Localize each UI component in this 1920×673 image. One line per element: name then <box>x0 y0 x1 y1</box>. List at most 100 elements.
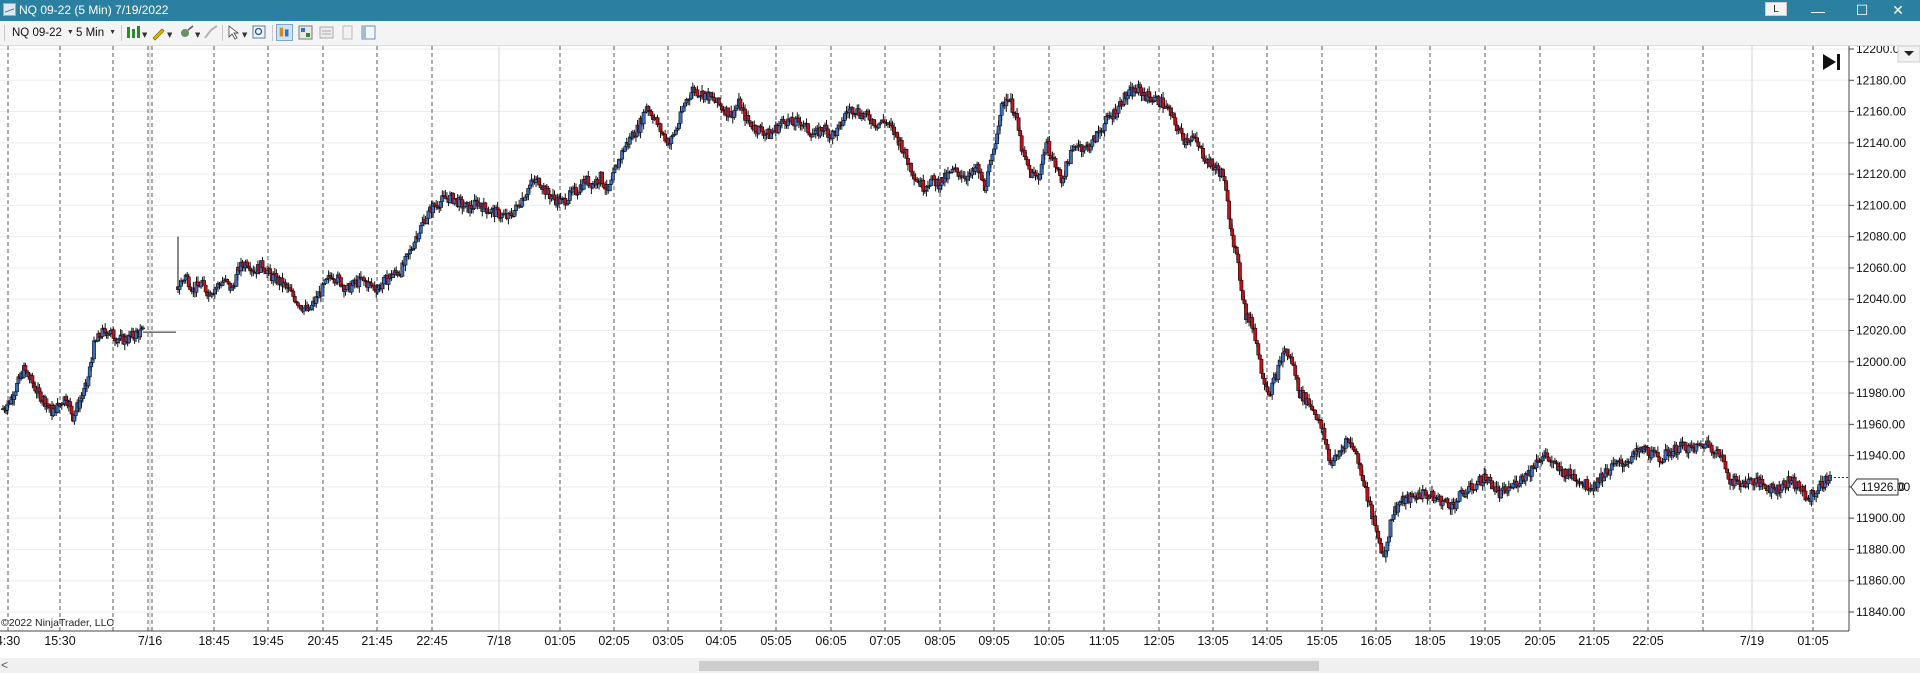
strategies-icon[interactable]: ▼ <box>178 24 200 41</box>
candle-body <box>1227 200 1232 220</box>
candle-body <box>993 143 998 150</box>
candle-body <box>600 171 605 185</box>
candle-body <box>990 153 995 161</box>
candle-body <box>1388 519 1393 538</box>
time-tick-label: 11:05 <box>1089 634 1119 648</box>
svg-text:▼: ▼ <box>142 31 147 39</box>
interval-label: 5 Min <box>76 26 105 39</box>
properties-icon[interactable] <box>318 24 335 41</box>
price-chart[interactable]: 12200.0012180.0012160.0012140.0012120.00… <box>0 46 1920 658</box>
instrument-selector[interactable]: NQ 09-22 ▼ <box>12 23 74 42</box>
candle-body <box>1222 176 1227 181</box>
time-tick-label: 07:05 <box>869 634 900 648</box>
candle-body <box>1068 150 1073 164</box>
scroll-to-end-icon[interactable] <box>1823 54 1840 70</box>
time-tick-label: 22:45 <box>416 634 447 648</box>
price-tick-label: 11900.00 <box>1856 511 1905 525</box>
time-tick-label: 05:05 <box>760 634 791 648</box>
candle-body <box>955 167 960 173</box>
candle-body <box>1327 448 1331 461</box>
time-axis[interactable]: 4:30 15:30 7/16 18:45 19:45 20:45 21:45 22:45 7/… <box>0 634 1829 648</box>
time-tick-label: 22:05 <box>1632 634 1663 648</box>
zoom-icon[interactable] <box>251 24 268 41</box>
candle-body <box>1663 449 1668 460</box>
interval-selector[interactable]: 5 Min ▼ <box>76 23 116 42</box>
candle-body <box>717 97 721 105</box>
time-tick-label: 16:05 <box>1360 634 1391 648</box>
drawing-tools-icon[interactable]: ▼ <box>150 24 172 41</box>
link-button[interactable]: L <box>1765 2 1787 16</box>
candle-body <box>607 184 612 192</box>
horizontal-scrollbar[interactable]: < <box>0 658 1920 673</box>
close-button[interactable]: ✕ <box>1876 0 1920 21</box>
time-tick-label: 14:05 <box>1251 634 1282 648</box>
candle-body <box>1296 377 1301 391</box>
candle-body <box>483 202 488 210</box>
select-pointer-icon[interactable]: ▼ <box>226 24 248 41</box>
scrollbar-thumb[interactable] <box>699 661 1319 671</box>
candle-body <box>609 179 614 185</box>
time-tick-label: 02:05 <box>598 634 629 648</box>
toolbar-separator <box>4 25 5 41</box>
time-tick-label: 15:30 <box>44 634 75 648</box>
bar-chart-icon[interactable] <box>276 24 293 41</box>
price-tick-label: 12020.00 <box>1856 324 1906 338</box>
price-tick-label: 12160.00 <box>1856 105 1906 119</box>
panel-icon[interactable] <box>360 24 377 41</box>
candle-body <box>1293 365 1298 376</box>
candle-body <box>69 405 74 415</box>
time-tick-label: 18:45 <box>198 634 229 648</box>
time-tick-label: 03:05 <box>652 634 683 648</box>
candle-body <box>68 401 73 407</box>
candle-body <box>984 185 989 191</box>
price-tick-label: 11880.00 <box>1856 542 1905 556</box>
price-axis[interactable]: 12200.0012180.0012160.0012140.0012120.00… <box>1849 46 1906 619</box>
candle-body <box>141 327 145 330</box>
candle-body <box>382 276 386 285</box>
svg-text:▼: ▼ <box>167 31 172 39</box>
time-tick-label: 7/18 <box>487 634 511 648</box>
scroll-left-icon[interactable]: < <box>1 658 8 672</box>
templates-icon[interactable] <box>339 24 356 41</box>
data-box-icon[interactable] <box>297 24 314 41</box>
candle-body <box>138 329 143 338</box>
candle-body <box>1683 442 1688 451</box>
candle-body <box>899 139 904 153</box>
time-tick-label: 15:05 <box>1306 634 1337 648</box>
price-tick-label: 12080.00 <box>1856 230 1906 244</box>
current-price-label: 11926.00 <box>1861 480 1910 494</box>
time-tick-label: 12:05 <box>1143 634 1174 648</box>
time-tick-label: 19:45 <box>252 634 283 648</box>
indicators-icon[interactable] <box>203 24 220 41</box>
candle-body <box>1257 354 1262 360</box>
time-tick-label: 18:05 <box>1414 634 1445 648</box>
candlestick-series <box>1 80 1849 563</box>
copyright-notice: ©2022 NinjaTrader, LLC <box>1 617 114 629</box>
time-tick-label: 09:05 <box>978 634 1009 648</box>
time-tick-label: 01:05 <box>1797 634 1828 648</box>
time-tick-label: 7/16 <box>138 634 162 648</box>
candle-body <box>1156 96 1161 106</box>
time-tick-label: 04:05 <box>705 634 736 648</box>
svg-text:▼: ▼ <box>242 31 248 39</box>
chevron-down-icon: ▼ <box>66 29 74 36</box>
chart-style-icon[interactable]: ▼ <box>125 24 147 41</box>
candle-body <box>1044 142 1049 154</box>
minimize-button[interactable]: — <box>1796 0 1840 21</box>
title-bar: NQ 09-22 (5 Min) 7/19/2022 L — ☐ ✕ <box>0 0 1920 21</box>
time-tick-label: 4:30 <box>0 634 20 648</box>
time-tick-label: 21:45 <box>361 634 392 648</box>
candle-body <box>1010 98 1015 113</box>
candle-body <box>1237 262 1242 281</box>
candle-body <box>1446 502 1451 509</box>
time-tick-label: 21:05 <box>1578 634 1609 648</box>
candle-body <box>1376 530 1381 539</box>
candle-body <box>1027 165 1032 170</box>
price-tick-label: 11940.00 <box>1856 449 1905 463</box>
price-axis-menu-icon[interactable] <box>1897 46 1920 63</box>
price-tick-label: 11980.00 <box>1856 386 1905 400</box>
time-tick-label: 13:05 <box>1197 634 1228 648</box>
session-break-lines <box>7 46 1814 631</box>
toolbar-separator <box>121 25 122 41</box>
price-tick-label: 11840.00 <box>1856 605 1905 619</box>
